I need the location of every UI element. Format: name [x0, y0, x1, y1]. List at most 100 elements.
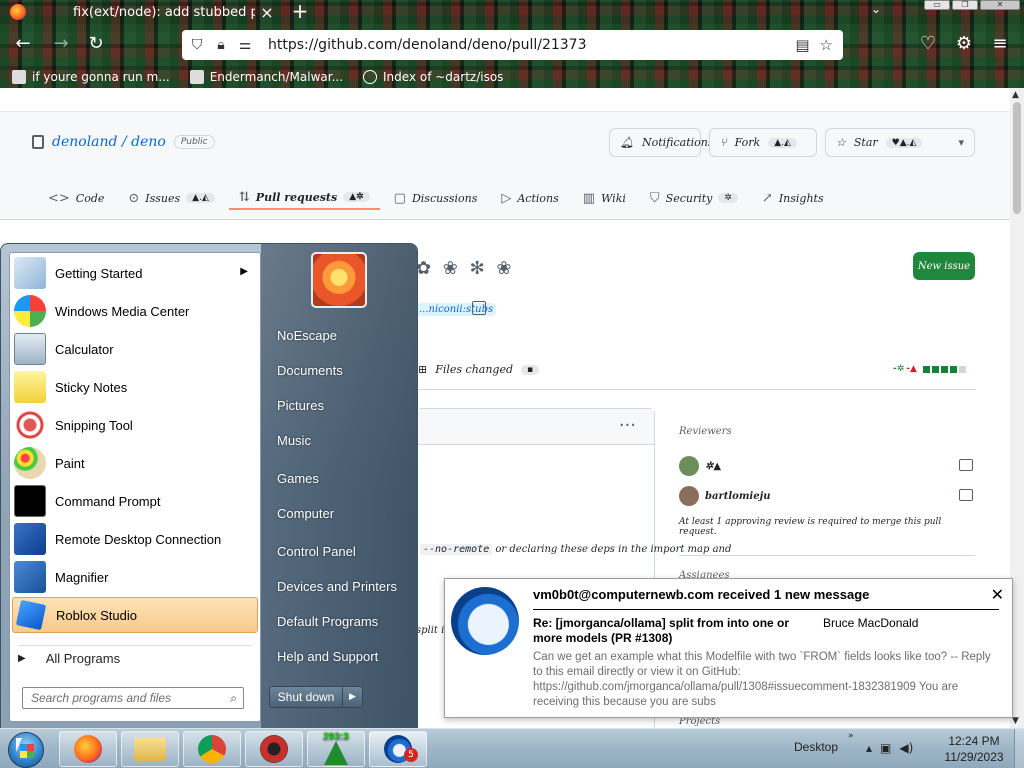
- link-devices-printers[interactable]: Devices and Printers: [277, 579, 397, 594]
- close-window-button[interactable]: ✕: [980, 0, 1020, 10]
- link-control-panel[interactable]: Control Panel: [277, 544, 356, 559]
- tab-discussions[interactable]: ▢ Discussions: [384, 186, 488, 210]
- program-sticky-notes[interactable]: Sticky Notes: [12, 369, 258, 405]
- tab-pull-requests[interactable]: ⇅ Pull requests ▲✲: [228, 186, 380, 210]
- list-all-tabs-button[interactable]: ⌄: [871, 2, 881, 16]
- avatar[interactable]: [679, 456, 699, 476]
- star-dropdown-icon[interactable]: ▾: [958, 136, 964, 149]
- book-icon: ▥: [582, 190, 596, 206]
- tab-files-changed[interactable]: ⊞ Files changed ▪: [418, 363, 540, 376]
- program-paint[interactable]: Paint: [12, 445, 258, 481]
- notifications-button[interactable]: 🔔︎ Notifications: [609, 128, 714, 157]
- link-computer[interactable]: Computer: [277, 506, 334, 521]
- search-input[interactable]: Search programs and files ⌕: [22, 687, 244, 709]
- volume-icon[interactable]: ◀): [899, 741, 913, 755]
- chevron-icon[interactable]: »: [848, 731, 854, 741]
- link-help-support[interactable]: Help and Support: [277, 649, 378, 664]
- bookmark-item[interactable]: Endermanch/Malwar...: [189, 70, 343, 84]
- tab-active[interactable]: fix(ext/node): add stubbed process ×: [0, 0, 285, 24]
- program-magnifier[interactable]: Magnifier: [12, 559, 258, 595]
- repo-name-link[interactable]: denoland / deno: [52, 134, 166, 150]
- reader-view-icon[interactable]: ▤: [795, 36, 809, 54]
- avatar[interactable]: [679, 486, 699, 506]
- search-icon[interactable]: ⌕: [230, 691, 237, 706]
- program-getting-started[interactable]: Getting Started ▶: [12, 255, 258, 291]
- taskbar-explorer[interactable]: [121, 731, 179, 767]
- diff-block: [949, 365, 957, 373]
- link-documents[interactable]: Documents: [277, 363, 343, 378]
- sticky-notes-icon: [14, 371, 46, 403]
- show-hidden-icons-icon[interactable]: ▴: [866, 741, 872, 755]
- all-programs-button[interactable]: ▶ All Programs: [18, 651, 120, 666]
- program-label: Calculator: [55, 341, 114, 357]
- program-command-prompt[interactable]: Command Prompt: [12, 483, 258, 519]
- program-windows-media-center[interactable]: Windows Media Center: [12, 293, 258, 329]
- thunderbird-icon: [451, 587, 519, 655]
- extensions-icon[interactable]: ⚙: [953, 34, 975, 54]
- program-snipping-tool[interactable]: Snipping Tool: [12, 407, 258, 443]
- link-pictures[interactable]: Pictures: [277, 398, 324, 413]
- pocket-icon[interactable]: ♡: [917, 34, 939, 54]
- new-tab-button[interactable]: +: [290, 0, 310, 22]
- url-bar[interactable]: ⛉ 🔒︎ ⚌ https://github.com/denoland/deno/…: [182, 30, 843, 60]
- show-desktop-button[interactable]: [1014, 729, 1024, 768]
- new-issue-button[interactable]: New issue: [913, 252, 975, 280]
- comment-icon: [959, 459, 973, 471]
- maximize-button[interactable]: ❐: [952, 0, 978, 10]
- tab-close-button[interactable]: ×: [259, 3, 275, 22]
- window-controls: ▭ ❐ ✕: [924, 0, 1020, 10]
- comment-options-button[interactable]: ···: [619, 415, 636, 436]
- tab-actions[interactable]: ▷ Actions: [491, 186, 568, 210]
- network-icon[interactable]: ▣: [880, 741, 891, 755]
- back-button[interactable]: ←: [12, 34, 34, 54]
- minimize-button[interactable]: ▭: [924, 0, 950, 10]
- reviewers-heading[interactable]: Reviewers: [679, 426, 975, 437]
- reviewer-name[interactable]: ✲▲: [705, 461, 721, 472]
- program-calculator[interactable]: Calculator: [12, 331, 258, 367]
- scroll-up-icon[interactable]: ▲: [1012, 90, 1019, 100]
- permissions-icon[interactable]: ⚌: [236, 37, 254, 53]
- tab-code[interactable]: <> Code: [38, 186, 114, 210]
- desktop-toolbar-label[interactable]: Desktop: [794, 740, 838, 754]
- taskbar-chrome[interactable]: [183, 731, 241, 767]
- github-icon: [189, 70, 204, 84]
- link-default-programs[interactable]: Default Programs: [277, 614, 378, 629]
- copy-icon[interactable]: [472, 301, 486, 315]
- repo-header: denoland / deno Public 🔔︎ Notifications …: [0, 112, 1010, 220]
- user-avatar[interactable]: [311, 252, 367, 308]
- fork-button[interactable]: ⑂ Fork ▲.◭: [709, 128, 817, 157]
- link-games[interactable]: Games: [277, 471, 319, 486]
- tab-label: Code: [75, 191, 105, 205]
- app-menu-icon[interactable]: ≡: [989, 34, 1011, 54]
- close-icon[interactable]: ✕: [991, 585, 1004, 604]
- lock-icon[interactable]: 🔒︎: [212, 37, 230, 53]
- tab-insights[interactable]: ↗ Insights: [752, 186, 834, 210]
- mail-notification[interactable]: vm0b0t@computernewb.com received 1 new m…: [444, 578, 1013, 718]
- taskbar-thunderbird[interactable]: 5: [369, 731, 427, 767]
- link-music[interactable]: Music: [277, 433, 311, 448]
- taskbar-firefox[interactable]: [59, 731, 117, 767]
- bookmark-star-icon[interactable]: ☆: [820, 36, 833, 54]
- tab-wiki[interactable]: ▥ Wiki: [573, 186, 636, 210]
- scrollbar-thumb[interactable]: [1013, 102, 1021, 214]
- link-noescape[interactable]: NoEscape: [277, 328, 337, 343]
- tab-security[interactable]: ⛉ Security ✲: [640, 186, 748, 210]
- star-button[interactable]: ☆ Star ♥▲.◭ ▾: [825, 128, 975, 157]
- shutdown-options-button[interactable]: ▶: [343, 686, 363, 708]
- clock[interactable]: 12:24 PM 11/29/2023: [938, 733, 1010, 765]
- gear-app-icon: [260, 735, 288, 763]
- program-roblox-studio[interactable]: Roblox Studio: [12, 597, 258, 633]
- reload-button[interactable]: ↻: [85, 34, 107, 54]
- bookmark-item[interactable]: if youre gonna run m...: [12, 70, 170, 84]
- url-text[interactable]: https://github.com/denoland/deno/pull/21…: [268, 37, 795, 53]
- scroll-down-icon[interactable]: ▼: [1012, 716, 1019, 726]
- forward-button[interactable]: →: [50, 34, 72, 54]
- taskbar-tree-app[interactable]: 293:3: [307, 731, 365, 767]
- shutdown-button[interactable]: Shut down: [269, 686, 343, 708]
- bookmark-item[interactable]: Index of ~dartz/isos: [363, 70, 503, 84]
- program-remote-desktop[interactable]: Remote Desktop Connection: [12, 521, 258, 557]
- tab-issues[interactable]: ⊙ Issues ▲.◭: [118, 186, 225, 210]
- reviewer-name[interactable]: bartlomieju: [705, 491, 770, 502]
- shield-icon[interactable]: ⛉: [188, 37, 206, 53]
- taskbar-app-red[interactable]: [245, 731, 303, 767]
